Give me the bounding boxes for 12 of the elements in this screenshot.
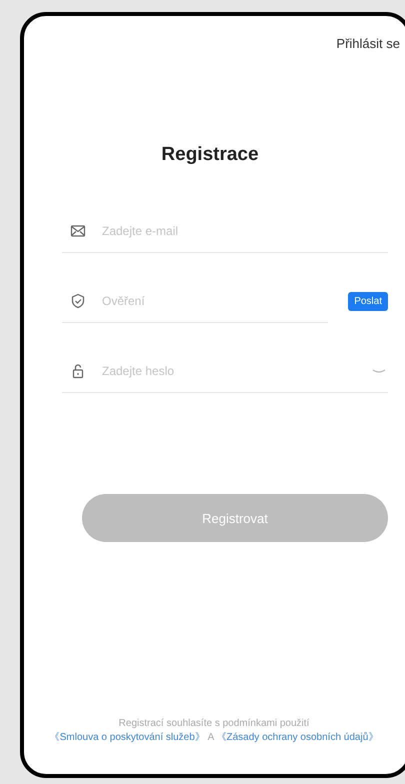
code-input[interactable]: Ověření — [100, 293, 328, 309]
terms-notice: Registrací souhlasíte s podmínkami použití 《Smlouva o poskytování služeb》 A 《Zásady ochrany osobních údajů》 — [48, 717, 380, 745]
terms-link[interactable]: 《Smlouva o poskytování služeb》 — [50, 732, 205, 743]
email-input[interactable]: Zadejte e-mail — [100, 223, 388, 239]
privacy-link[interactable]: 《Zásady ochrany osobních údajů》 — [216, 732, 378, 743]
page-title: Registrace — [160, 144, 260, 166]
send-code-button[interactable]: Poslat — [348, 292, 388, 311]
password-input[interactable]: Zadejte heslo — [100, 363, 356, 379]
padlock-icon — [70, 363, 86, 379]
login-link[interactable]: Přihlásit se — [336, 36, 400, 51]
envelope-icon — [70, 223, 86, 239]
shield-check-icon — [70, 293, 86, 309]
